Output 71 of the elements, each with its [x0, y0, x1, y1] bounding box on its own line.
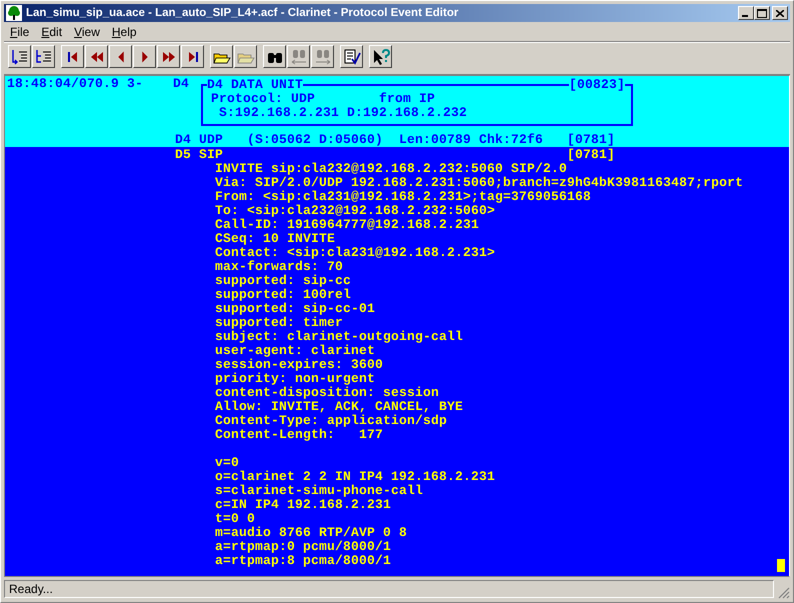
binoculars-left-icon — [290, 48, 308, 66]
menu-item[interactable]: View — [68, 24, 106, 38]
sdp-line: o=clarinet 2 2 IN IP4 192.168.2.231 — [214, 470, 496, 484]
sdp-line: m=audio 8766 RTP/AVP 0 8 — [214, 526, 408, 540]
sip-header-line: priority: non-urgent — [214, 372, 376, 386]
layer-label: D4 — [173, 77, 190, 91]
sip-header-line: subject: clarinet-outgoing-call — [214, 330, 464, 344]
menu-item[interactable]: Edit — [35, 24, 68, 38]
toolbar-button[interactable] — [109, 45, 132, 68]
sip-header-line: Contact: <sip:cla231@192.168.2.231> — [214, 246, 496, 260]
list-arrow-icon — [10, 48, 28, 66]
menu-item[interactable]: File — [4, 24, 36, 38]
text-cursor — [777, 559, 785, 572]
byte-count: [00823] — [568, 78, 625, 92]
sip-label: D5 SIP — [175, 148, 224, 162]
binoculars-right-icon — [314, 48, 332, 66]
toolbar-button[interactable] — [369, 45, 392, 68]
window-title: Lan_simu_sip_ua.ace - Lan_auto_SIP_L4+.acf - Clarinet - Protocol Event Editor — [26, 7, 460, 19]
menu-item[interactable]: Help — [106, 24, 143, 38]
next-icon — [140, 50, 148, 62]
byte-count: [0781] — [566, 148, 615, 162]
sip-header-line: Call-ID: 1916964777@192.168.2.231 — [214, 218, 480, 232]
sip-header-line: From: <sip:cla231@192.168.2.231>;tag=3769056168 — [214, 190, 592, 204]
previous-icon — [116, 50, 124, 62]
sip-header-line: content-disposition: session — [214, 386, 440, 400]
minimize-button[interactable] — [738, 6, 754, 20]
sip-header-line: supported: timer — [214, 316, 344, 330]
toolbar-button[interactable] — [157, 45, 180, 68]
toolbar-button[interactable] — [61, 45, 84, 68]
toolbar-button[interactable] — [133, 45, 156, 68]
tree-icon — [6, 5, 22, 21]
sip-header-line: session-expires: 3600 — [214, 358, 384, 372]
toolbar-button[interactable] — [210, 45, 233, 68]
sdp-line: a=rtpmap:0 pcmu/8000/1 — [214, 540, 392, 554]
sip-header-line: Content-Length: 177 — [214, 428, 384, 442]
maximize-icon — [757, 8, 767, 18]
document-check-icon — [342, 48, 360, 66]
data-unit-line: Protocol: UDP from IP — [210, 92, 436, 106]
sip-header-line: user-agent: clarinet — [214, 344, 376, 358]
data-unit-line: S:192.168.2.231 D:192.168.2.232 — [218, 106, 468, 120]
timestamp: 18:48:04/070.9 3- — [6, 77, 144, 91]
sdp-line: a=rtpmap:8 pcma/8000/1 — [214, 554, 392, 568]
udp-line: D4 UDP (S:05062 D:05060) Len:00789 Chk:72f6 — [175, 133, 544, 147]
sdp-line: c=IN IP4 192.168.2.231 — [214, 498, 392, 512]
toolbar-button[interactable] — [263, 45, 286, 68]
sip-header-line: To: <sip:cla232@192.168.2.232:5060> — [214, 204, 496, 218]
toolbar-button[interactable] — [32, 45, 55, 68]
sdp-line: s=clarinet-simu-phone-call — [214, 484, 424, 498]
sdp-line: v=0 — [214, 456, 240, 470]
sip-header-line: INVITE sip:cla232@192.168.2.232:5060 SIP/2.0 — [214, 162, 568, 176]
sip-header-line: CSeq: 10 INVITE — [214, 232, 336, 246]
sdp-line: t=0 0 — [214, 512, 256, 526]
resize-grip-icon — [778, 587, 790, 599]
toolbar-button[interactable] — [85, 45, 108, 68]
sip-header-line: supported: sip-cc-01 — [214, 302, 376, 316]
sip-header-line: supported: 100rel — [214, 288, 352, 302]
sip-header-line: supported: sip-cc — [214, 274, 352, 288]
close-icon — [776, 10, 784, 16]
toolbar-button[interactable] — [8, 45, 31, 68]
help-icon — [372, 48, 390, 66]
sip-header-line: Via: SIP/2.0/UDP 192.168.2.231:5060;branch=z9hG4bK3981163487;rport — [214, 176, 744, 190]
toolbar-button[interactable] — [181, 45, 204, 68]
maximize-button[interactable] — [754, 6, 770, 20]
toolbar-button[interactable] — [340, 45, 363, 68]
byte-count: [0781] — [566, 133, 615, 147]
list-branch-icon — [34, 48, 52, 66]
sip-header-line: max-forwards: 70 — [214, 260, 344, 274]
sip-header-line: Allow: INVITE, ACK, CANCEL, BYE — [214, 400, 464, 414]
status-text: Ready... — [4, 580, 774, 598]
sip-header-line: Content-Type: application/sdp — [214, 414, 448, 428]
close-button[interactable] — [772, 6, 788, 20]
